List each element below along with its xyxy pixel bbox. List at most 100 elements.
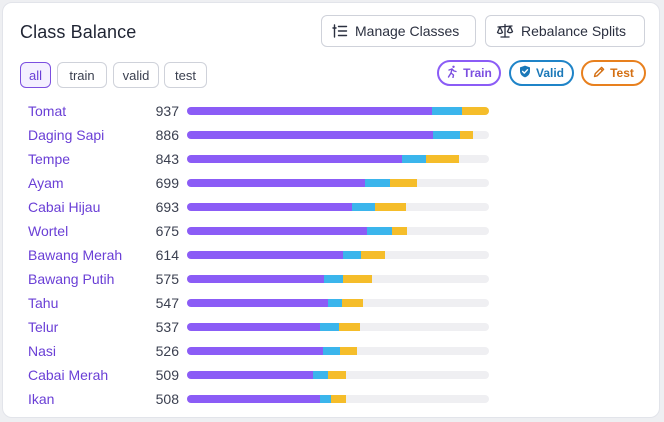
valid-segment	[352, 203, 375, 211]
legend-test-badge: Test	[581, 60, 646, 86]
train-segment	[187, 203, 353, 211]
class-row: Wortel 675	[3, 219, 659, 243]
list-settings-icon	[332, 23, 348, 39]
filter-chip-label: train	[69, 67, 95, 83]
class-count: 537	[155, 319, 179, 335]
class-count: 843	[155, 151, 179, 167]
class-name-link[interactable]: Cabai Hijau	[28, 199, 100, 215]
filter-chip-train[interactable]: train	[57, 62, 107, 88]
class-name-link[interactable]: Wortel	[28, 223, 68, 239]
class-name-link[interactable]: Cabai Merah	[28, 367, 108, 383]
filter-chip-test[interactable]: test	[164, 62, 207, 88]
class-name-link[interactable]: Nasi	[28, 343, 56, 359]
class-count: 508	[155, 391, 179, 407]
test-segment	[361, 251, 385, 259]
test-segment	[342, 299, 364, 307]
class-name-link[interactable]: Tempe	[28, 151, 70, 167]
card-title: Class Balance	[20, 22, 137, 42]
class-row: Daging Sapi 886	[3, 123, 659, 147]
class-count: 886	[155, 127, 179, 143]
valid-segment	[364, 179, 391, 187]
class-name-link[interactable]: Bawang Putih	[28, 271, 114, 287]
class-count: 509	[155, 367, 179, 383]
class-row: Tempe 843	[3, 147, 659, 171]
train-segment	[187, 395, 320, 403]
class-name-link[interactable]: Bawang Merah	[28, 247, 122, 263]
legend-valid-badge: Valid	[509, 60, 574, 86]
valid-segment	[367, 227, 392, 235]
class-name-link[interactable]: Tomat	[28, 103, 66, 119]
class-row: Tahu 547	[3, 291, 659, 315]
valid-segment	[322, 347, 340, 355]
legend-test-label: Test	[610, 66, 634, 80]
split-bar-track	[187, 227, 489, 235]
class-name-link[interactable]: Daging Sapi	[28, 127, 104, 143]
class-count: 526	[155, 343, 179, 359]
manage-classes-button[interactable]: Manage Classes	[321, 15, 476, 47]
class-row: Bawang Merah 614	[3, 243, 659, 267]
legend-train-badge: Train	[437, 60, 501, 86]
legend-train-label: Train	[463, 66, 492, 80]
test-segment	[339, 347, 357, 355]
shield-check-icon	[519, 65, 531, 81]
class-name-link[interactable]: Tahu	[28, 295, 58, 311]
valid-segment	[401, 155, 427, 163]
class-count: 693	[155, 199, 179, 215]
test-segment	[390, 179, 417, 187]
valid-segment	[431, 107, 462, 115]
class-row: Tomat 937	[3, 99, 659, 123]
split-bar-track	[187, 155, 489, 163]
filter-chip-valid[interactable]: valid	[113, 62, 159, 88]
filter-chip-label: all	[28, 67, 42, 83]
class-row: Cabai Hijau 693	[3, 195, 659, 219]
test-segment	[339, 323, 361, 331]
running-person-icon	[446, 65, 458, 81]
split-bar-track	[187, 347, 489, 355]
class-balance-card: Class Balance Manage Classes Rebalance S…	[2, 2, 660, 418]
valid-segment	[319, 395, 332, 403]
train-segment	[187, 371, 314, 379]
train-segment	[187, 251, 344, 259]
scale-icon	[496, 23, 514, 39]
class-count: 575	[155, 271, 179, 287]
class-name-link[interactable]: Ikan	[28, 391, 54, 407]
train-segment	[187, 179, 365, 187]
class-row: Ayam 699	[3, 171, 659, 195]
train-segment	[187, 299, 329, 307]
test-segment	[374, 203, 406, 211]
filter-chip-label: test	[175, 67, 196, 83]
train-segment	[187, 323, 321, 331]
class-row: Cabai Merah 509	[3, 363, 659, 387]
test-segment	[426, 155, 459, 163]
manage-classes-label: Manage Classes	[355, 23, 460, 39]
valid-segment	[433, 131, 460, 139]
test-segment	[461, 107, 489, 115]
class-name-link[interactable]: Telur	[28, 319, 58, 335]
valid-segment	[343, 251, 362, 259]
class-count: 675	[155, 223, 179, 239]
split-bar-track	[187, 395, 489, 403]
train-segment	[187, 107, 432, 115]
class-row: Bawang Putih 575	[3, 267, 659, 291]
test-segment	[459, 131, 473, 139]
test-segment	[328, 371, 347, 379]
filter-chip-all[interactable]: all	[20, 62, 51, 88]
split-bar-track	[187, 131, 489, 139]
split-bar-track	[187, 299, 489, 307]
class-name-link[interactable]: Ayam	[28, 175, 64, 191]
split-bar-track	[187, 371, 489, 379]
train-segment	[187, 131, 434, 139]
test-segment	[391, 227, 407, 235]
split-bar-track	[187, 107, 489, 115]
train-segment	[187, 347, 323, 355]
valid-segment	[324, 275, 343, 283]
train-segment	[187, 275, 325, 283]
rebalance-splits-button[interactable]: Rebalance Splits	[485, 15, 645, 47]
class-row: Nasi 526	[3, 339, 659, 363]
valid-segment	[328, 299, 343, 307]
valid-segment	[313, 371, 329, 379]
valid-segment	[320, 323, 340, 331]
class-row: Telur 537	[3, 315, 659, 339]
class-row: Ikan 508	[3, 387, 659, 411]
class-count: 937	[155, 103, 179, 119]
